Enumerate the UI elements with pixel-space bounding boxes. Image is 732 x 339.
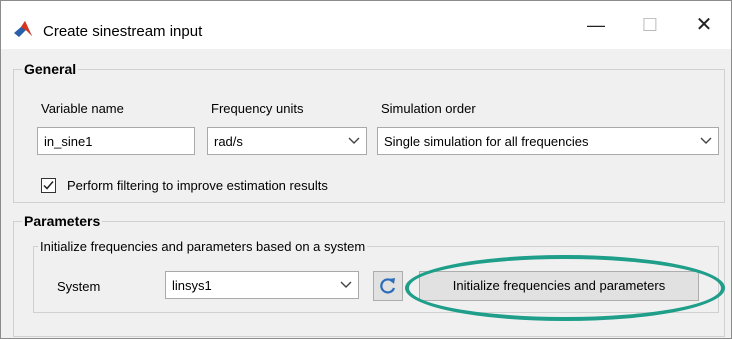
chevron-down-icon [334,272,358,298]
system-value: linsys1 [172,278,212,293]
title-bar[interactable]: Create sinestream input — ☐ ✕ [1,1,731,49]
frequency-units-label: Frequency units [211,101,304,116]
filter-checkbox[interactable] [41,178,56,193]
simulation-order-value: Single simulation for all frequencies [384,134,589,149]
filter-checkbox-label[interactable]: Perform filtering to improve estimation … [67,178,328,193]
window-title: Create sinestream input [43,23,203,40]
frequency-units-value: rad/s [214,134,243,149]
simulation-order-label: Simulation order [381,101,476,116]
parameters-legend: Parameters [24,213,101,229]
general-legend: General [24,61,77,77]
chevron-down-icon [342,128,366,154]
simulation-order-select[interactable]: Single simulation for all frequencies [377,127,719,155]
frequency-units-select[interactable]: rad/s [207,127,367,155]
chevron-down-icon [694,128,718,154]
variable-name-label: Variable name [41,101,124,116]
initialize-legend: Initialize frequencies and parameters ba… [40,239,366,254]
checkmark-icon [43,181,54,190]
variable-name-input[interactable]: in_sine1 [37,127,195,155]
refresh-button[interactable] [373,271,403,301]
system-label: System [57,279,101,294]
minimize-button[interactable]: — [573,1,619,49]
matlab-logo-icon [13,19,33,39]
maximize-button[interactable]: ☐ [627,1,673,49]
dialog-window: Create sinestream input — ☐ ✕ General Va… [0,0,732,339]
refresh-icon [380,278,396,294]
close-button[interactable]: ✕ [681,1,727,49]
initialize-frequencies-button[interactable]: Initialize frequencies and parameters [419,271,699,301]
system-select[interactable]: linsys1 [165,271,359,299]
